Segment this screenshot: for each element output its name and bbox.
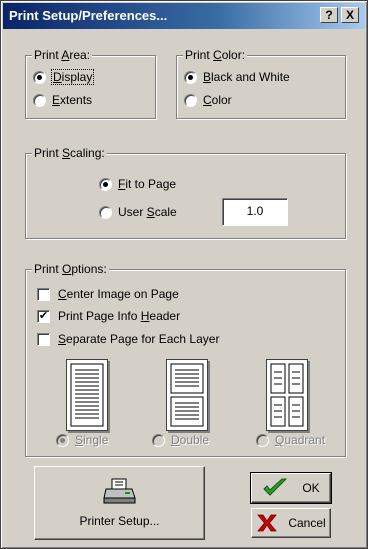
separate-page-checkbox[interactable]: Separate Page for Each Layer bbox=[37, 331, 219, 347]
checkmark-icon: ✔ bbox=[37, 309, 50, 323]
print-area-display-radio[interactable]: Display bbox=[33, 69, 95, 85]
radio-indicator bbox=[152, 433, 165, 447]
layout-single-radio[interactable]: Single bbox=[56, 432, 108, 448]
ok-label: OK bbox=[302, 481, 320, 495]
print-setup-dialog: Print Setup/Preferences... ? X Print Are… bbox=[0, 0, 368, 549]
green-check-icon bbox=[263, 478, 288, 496]
window-title: Print Setup/Preferences... bbox=[9, 8, 168, 23]
radio-indicator bbox=[99, 177, 112, 191]
print-color-bw-label: Black and White bbox=[203, 70, 290, 84]
radio-indicator bbox=[33, 70, 46, 84]
printer-setup-button[interactable]: Printer Setup... bbox=[34, 466, 205, 540]
radio-indicator bbox=[184, 70, 197, 84]
red-x-icon bbox=[257, 514, 278, 532]
layout-quadrant-radio[interactable]: Quadrant bbox=[256, 432, 325, 448]
print-area-extents-radio[interactable]: Extents bbox=[33, 92, 92, 108]
radio-indicator bbox=[33, 93, 46, 107]
print-color-label: Print Color: bbox=[183, 48, 248, 62]
user-scale-label: User Scale bbox=[118, 205, 177, 219]
print-area-display-label: Display bbox=[50, 69, 95, 85]
title-bar[interactable]: Print Setup/Preferences... ? X bbox=[3, 3, 365, 29]
print-options-group: Print Options: Center Image on Page ✔ Pr… bbox=[25, 262, 346, 457]
print-scaling-label: Print Scaling: bbox=[32, 146, 107, 160]
print-header-label: Print Page Info Header bbox=[58, 309, 181, 323]
print-area-group: Print Area: Display Extents bbox=[25, 48, 156, 119]
user-scale-radio[interactable]: User Scale bbox=[99, 204, 177, 220]
radio-indicator bbox=[256, 433, 269, 447]
center-image-checkbox[interactable]: Center Image on Page bbox=[37, 286, 179, 302]
radio-indicator bbox=[56, 433, 69, 447]
help-button[interactable]: ? bbox=[320, 7, 338, 23]
layout-double-radio[interactable]: Double bbox=[152, 432, 209, 448]
checkbox-indicator bbox=[37, 287, 50, 301]
printer-setup-label: Printer Setup... bbox=[79, 514, 160, 528]
separate-page-label: Separate Page for Each Layer bbox=[58, 332, 220, 346]
print-area-extents-label: Extents bbox=[52, 93, 93, 107]
print-color-color-radio[interactable]: Color bbox=[184, 92, 232, 108]
single-page-layout-icon bbox=[66, 359, 108, 431]
layout-single-label: Single bbox=[75, 433, 109, 447]
quadrant-page-lines bbox=[270, 363, 304, 427]
print-header-checkbox[interactable]: ✔ Print Page Info Header bbox=[37, 308, 180, 324]
close-button[interactable]: X bbox=[341, 7, 359, 23]
double-page-lines bbox=[170, 363, 204, 427]
print-scaling-group: Print Scaling: Fit to Page User Scale 1.… bbox=[25, 146, 346, 239]
user-scale-input[interactable]: 1.0 bbox=[222, 198, 288, 226]
print-color-group: Print Color: Black and White Color bbox=[176, 48, 346, 119]
print-area-label: Print Area: bbox=[32, 48, 93, 62]
center-image-label: Center Image on Page bbox=[58, 287, 179, 301]
radio-indicator bbox=[99, 205, 112, 219]
cancel-button[interactable]: Cancel bbox=[251, 508, 331, 538]
print-color-color-label: Color bbox=[203, 93, 232, 107]
double-page-layout-icon bbox=[166, 359, 208, 431]
cancel-label: Cancel bbox=[288, 516, 326, 530]
fit-to-page-label: Fit to Page bbox=[118, 177, 177, 191]
radio-indicator bbox=[184, 93, 197, 107]
quadrant-page-layout-icon bbox=[266, 359, 308, 431]
fit-to-page-radio[interactable]: Fit to Page bbox=[99, 176, 176, 192]
single-page-lines bbox=[70, 363, 104, 427]
print-color-bw-radio[interactable]: Black and White bbox=[184, 69, 290, 85]
print-options-label: Print Options: bbox=[32, 262, 109, 276]
ok-button[interactable]: OK bbox=[250, 472, 332, 504]
printer-icon bbox=[102, 478, 136, 504]
layout-quadrant-label: Quadrant bbox=[275, 433, 326, 447]
checkbox-indicator bbox=[37, 332, 50, 346]
layout-double-label: Double bbox=[171, 433, 210, 447]
